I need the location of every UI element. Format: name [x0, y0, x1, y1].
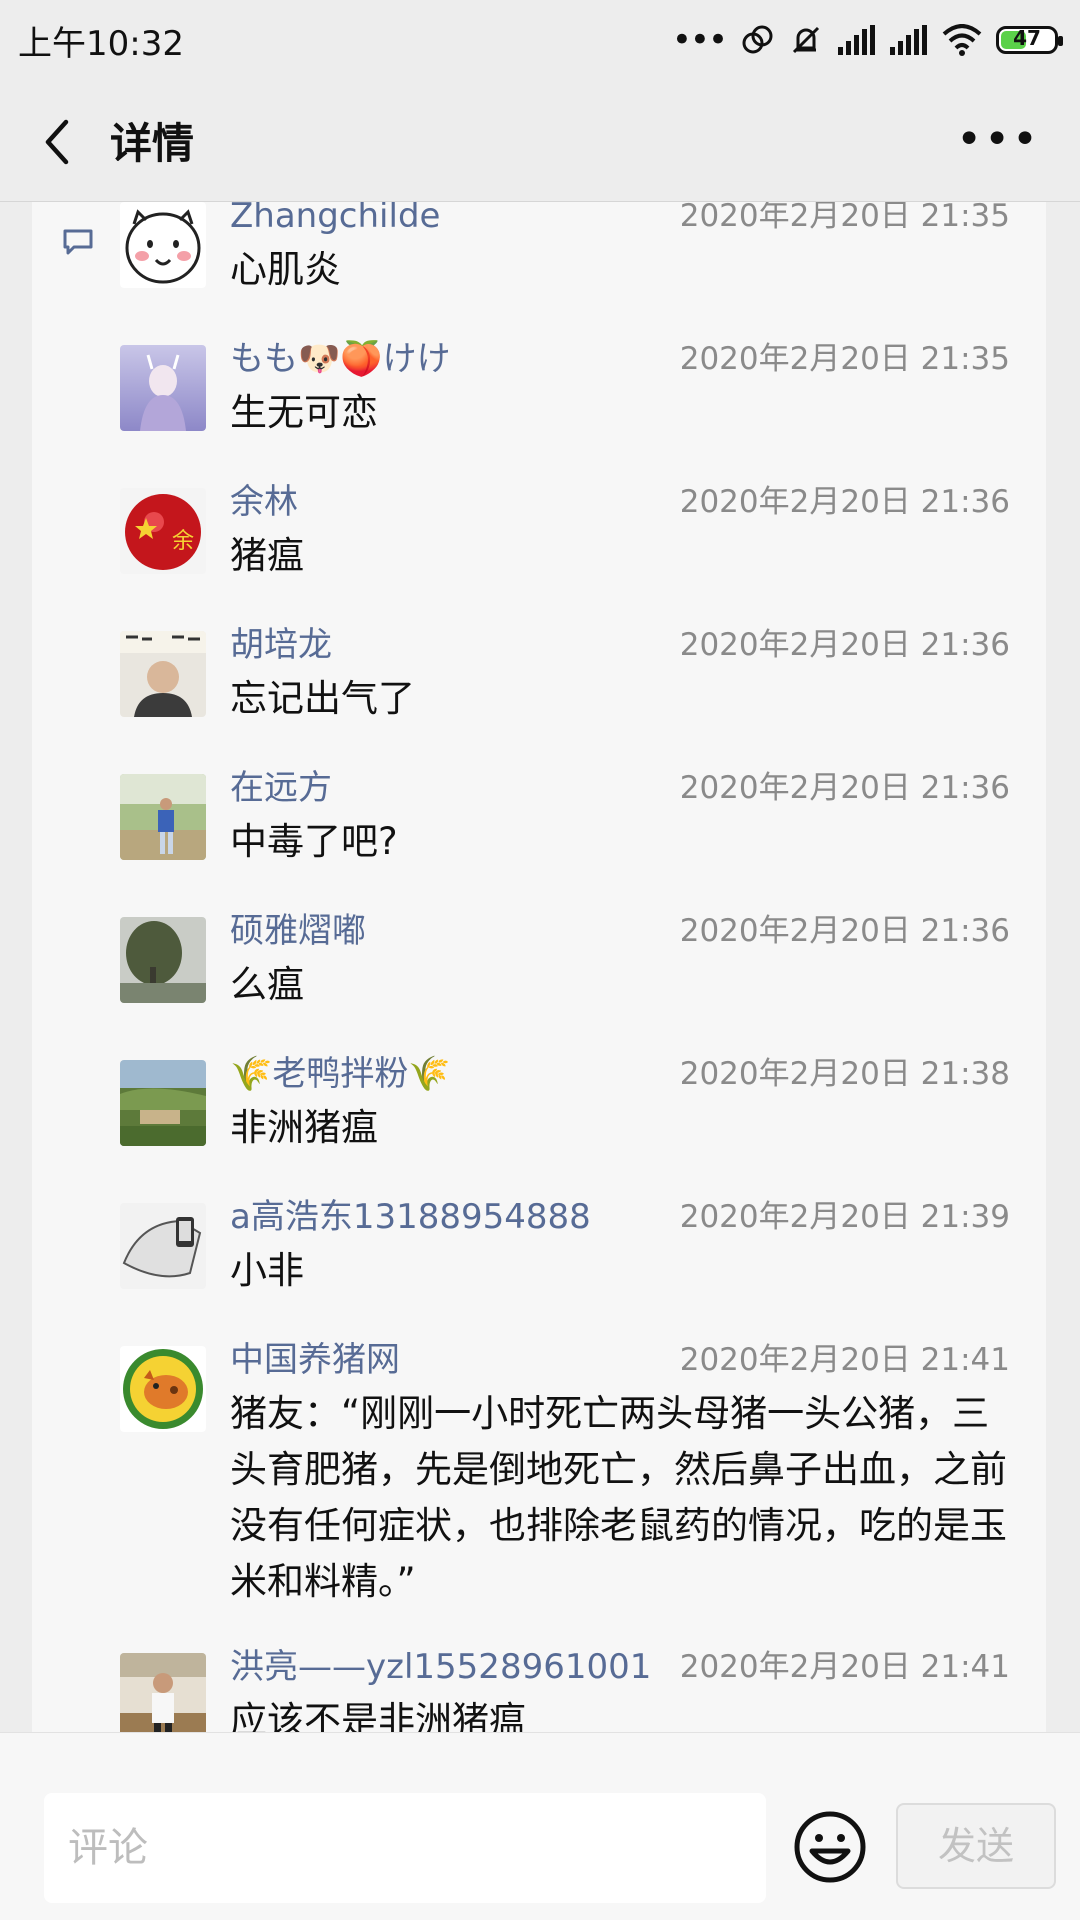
send-button[interactable]: 发送 [896, 1803, 1056, 1889]
comments-area[interactable]: Zhangchilde 2020年2月20日 21:35 心肌炎 もも🐶🍑けけ … [0, 202, 1080, 1732]
comment-time: 2020年2月20日 21:35 [679, 202, 1010, 234]
comment-time: 2020年2月20日 21:35 [679, 341, 1010, 377]
comment-text: 小非 [230, 1249, 304, 1292]
comment-text: 忘记出气了 [230, 677, 415, 720]
link-icon [742, 25, 773, 54]
comment-text: 心肌炎 [230, 248, 341, 291]
emoji-icon[interactable] [792, 1809, 868, 1885]
avatar[interactable] [120, 631, 206, 717]
nav-bar: 详情 ••• [0, 80, 1080, 202]
avatar[interactable] [120, 202, 206, 288]
comment-time: 2020年2月20日 21:36 [679, 484, 1010, 520]
comment-text: 猪瘟 [230, 534, 304, 577]
comment-time: 2020年2月20日 21:36 [679, 627, 1010, 663]
status-bar: 上午10:32 ••• 47 [0, 0, 1080, 80]
mute-icon [792, 26, 820, 54]
wifi-icon [942, 24, 982, 56]
comment-text: 猪友：“刚刚一小时死亡两头母猪一头公猪，三头育肥猪，先是倒地死亡，然后鼻子出血，… [230, 1392, 1007, 1603]
comment-time: 2020年2月20日 21:36 [679, 913, 1010, 949]
more-notifications-icon: ••• [671, 20, 728, 60]
status-time: 上午10:32 [18, 24, 184, 64]
signal-icon [838, 25, 875, 55]
back-icon[interactable] [34, 116, 86, 168]
battery-level: 47 [1013, 26, 1041, 50]
avatar[interactable] [120, 345, 206, 431]
avatar[interactable] [120, 1203, 206, 1289]
avatar[interactable] [120, 917, 206, 1003]
comment-time: 2020年2月20日 21:41 [679, 1649, 1010, 1685]
comment-time: 2020年2月20日 21:39 [679, 1199, 1010, 1235]
avatar[interactable]: 余 [120, 488, 206, 574]
comment-time: 2020年2月20日 21:36 [679, 770, 1010, 806]
comment-text: 中毒了吧? [230, 820, 398, 863]
comment-text: 非洲猪瘟 [230, 1106, 378, 1149]
page-title: 详情 [110, 119, 195, 168]
status-icons: ••• 47 [671, 18, 1063, 62]
avatar[interactable] [120, 774, 206, 860]
battery-icon: 47 [996, 26, 1063, 54]
comment-text: 应该不是非洲猪瘟 [230, 1699, 526, 1732]
comment-text: 么瘟 [230, 963, 304, 1006]
more-options-icon[interactable]: ••• [956, 114, 1040, 165]
comment-time: 2020年2月20日 21:38 [679, 1056, 1010, 1092]
comment-input-wrap [44, 1793, 766, 1903]
avatar[interactable] [120, 1060, 206, 1146]
comment-time: 2020年2月20日 21:41 [679, 1342, 1010, 1378]
comment-composer: 发送 [0, 1732, 1080, 1920]
avatar[interactable] [120, 1653, 206, 1732]
comment-text: 生无可恋 [230, 391, 378, 434]
comment-input[interactable] [44, 1793, 766, 1903]
comment-icon [63, 229, 93, 255]
avatar[interactable] [120, 1346, 206, 1432]
signal-icon [890, 25, 927, 55]
svg-text:余: 余 [172, 529, 194, 554]
